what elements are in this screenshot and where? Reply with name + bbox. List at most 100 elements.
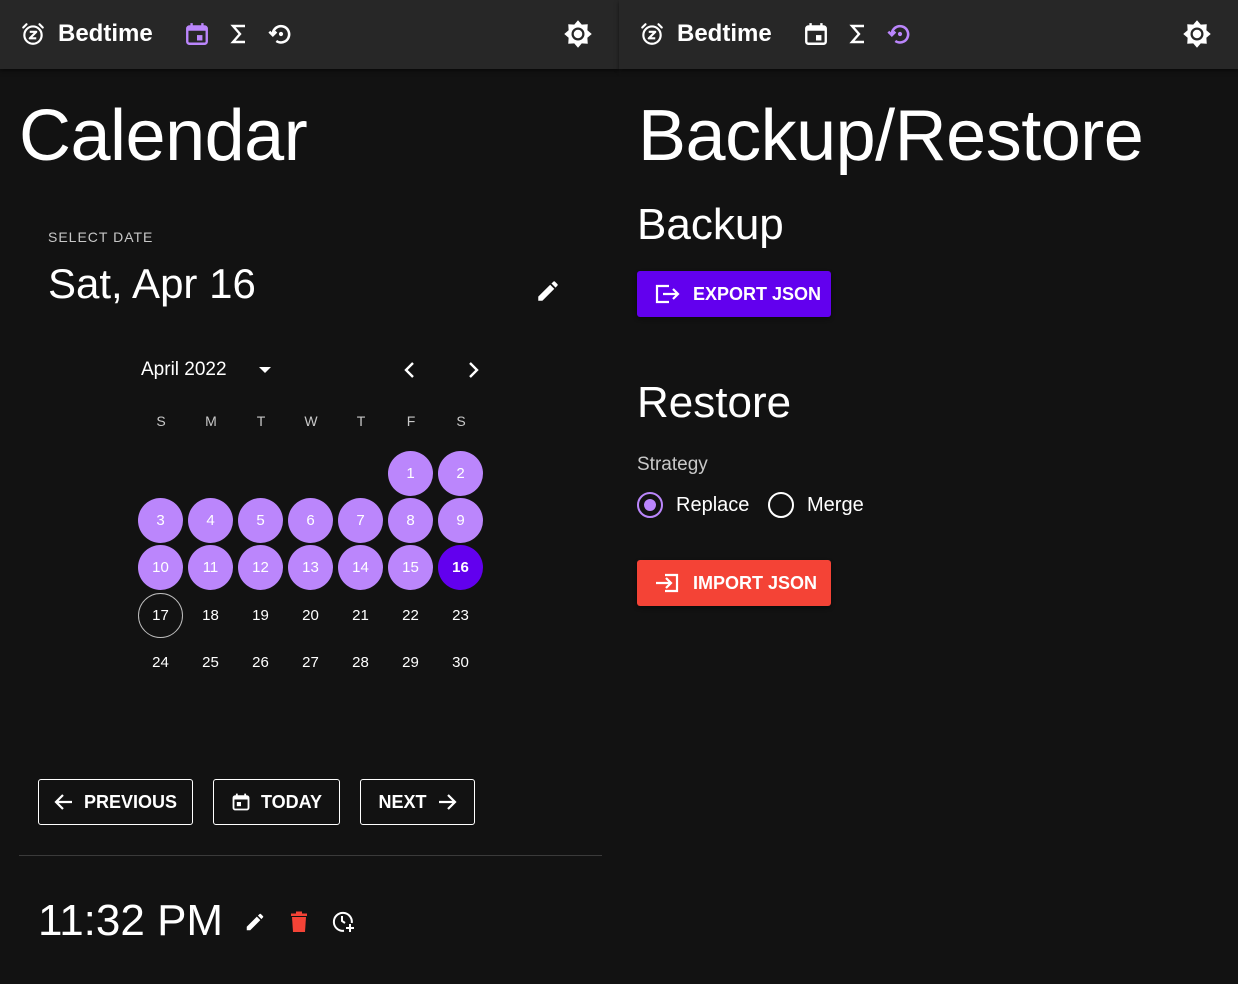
chevron-right-icon [469,362,479,378]
calendar-day[interactable]: 26 [238,640,283,685]
next-month-button[interactable] [461,356,487,384]
import-icon [656,573,679,593]
weekday-label: F [406,413,416,429]
next-button[interactable]: NEXT [360,779,475,825]
app-bar: Bedtime [0,0,619,69]
weekday-label: W [304,413,318,429]
backup-heading: Backup [637,200,784,249]
arrow-left-icon [54,794,72,810]
alarm-z-icon [20,21,46,47]
calendar-day[interactable]: 5 [238,498,283,543]
restore-icon [887,24,910,44]
clock-plus-icon [332,911,354,932]
weekday-label: T [256,413,266,429]
calendar-icon [805,23,827,45]
calendar-day[interactable]: 13 [288,545,333,590]
replace-radio[interactable] [637,492,663,518]
calendar-day[interactable]: 8 [388,498,433,543]
add-time-button[interactable] [329,908,357,936]
strategy-label: Strategy [637,454,708,475]
backup-nav-button[interactable] [266,18,296,50]
alarm-z-icon [639,21,665,47]
next-label: NEXT [378,791,427,812]
restore-icon [268,24,291,44]
previous-label: PREVIOUS [83,791,178,812]
calendar-day[interactable]: 25 [188,640,233,685]
calendar-day[interactable]: 29 [388,640,433,685]
calendar-day[interactable]: 17 [138,593,183,638]
brightness-icon [1183,20,1211,48]
import-label: IMPORT JSON [693,572,818,593]
app-bar: Bedtime [619,0,1238,69]
chevron-left-icon [404,362,414,378]
replace-label[interactable]: Replace [676,493,749,517]
theme-toggle-button[interactable] [562,18,594,50]
stats-nav-button[interactable] [224,18,254,50]
today-button[interactable]: TODAY [213,779,340,825]
calendar-day[interactable]: 1 [388,451,433,496]
divider [19,855,602,856]
picker-overline: SELECT DATE [48,229,154,245]
calendar-day[interactable]: 4 [188,498,233,543]
calendar-day[interactable]: 27 [288,640,333,685]
calendar-day[interactable]: 18 [188,593,233,638]
weekday-label: T [356,413,366,429]
export-json-button[interactable]: EXPORT JSON [637,271,831,317]
import-json-button[interactable]: IMPORT JSON [637,560,831,606]
weekday-label: S [156,413,166,429]
edit-entry-button[interactable] [241,908,269,936]
trash-icon [291,911,307,932]
app-title: Bedtime [677,20,772,47]
entry-time: 11:32 PM [38,896,224,945]
calendar-day[interactable]: 11 [188,545,233,590]
calendar-today-icon [232,793,250,811]
delete-entry-button[interactable] [285,908,313,936]
weekday-label: S [456,413,466,429]
today-label: TODAY [260,791,323,812]
weekday-label: M [205,413,217,429]
brightness-icon [564,20,592,48]
calendar-day[interactable]: 14 [338,545,383,590]
caret-down-icon [259,367,271,373]
month-dropdown-button[interactable] [254,358,276,382]
calendar-day[interactable]: 30 [438,640,483,685]
export-label: EXPORT JSON [693,283,822,304]
calendar-nav-button[interactable] [801,18,831,50]
page-title: Calendar [19,96,308,176]
calendar-nav-button[interactable] [182,18,212,50]
calendar-day[interactable]: 22 [388,593,433,638]
calendar-day[interactable]: 15 [388,545,433,590]
calendar-day[interactable]: 28 [338,640,383,685]
arrow-right-icon [438,794,457,810]
previous-button[interactable]: PREVIOUS [38,779,193,825]
pencil-icon [538,281,558,301]
calendar-day[interactable]: 20 [288,593,333,638]
calendar-pane: Bedtime Calendar SELECT DATE Sat, Apr 16… [0,0,619,984]
calendar-day[interactable]: 6 [288,498,333,543]
calendar-day[interactable]: 23 [438,593,483,638]
backup-restore-pane: Bedtime Backup/Restore Backup EXPORT JSO… [619,0,1238,984]
previous-month-button[interactable] [396,356,422,384]
merge-label[interactable]: Merge [807,493,864,517]
calendar-day[interactable]: 19 [238,593,283,638]
calendar-day[interactable]: 10 [138,545,183,590]
page-title: Backup/Restore [638,96,1144,176]
stats-nav-button[interactable] [843,18,873,50]
edit-date-button[interactable] [533,276,563,306]
restore-heading: Restore [637,378,792,427]
calendar-day[interactable]: 16 [438,545,483,590]
calendar-day[interactable]: 21 [338,593,383,638]
export-icon [655,284,680,304]
calendar-day[interactable]: 2 [438,451,483,496]
theme-toggle-button[interactable] [1181,18,1213,50]
calendar-day[interactable]: 7 [338,498,383,543]
backup-nav-button[interactable] [885,18,915,50]
calendar-icon [186,23,208,45]
merge-radio[interactable] [768,492,794,518]
sigma-icon [230,24,245,44]
calendar-day[interactable]: 9 [438,498,483,543]
calendar-day[interactable]: 24 [138,640,183,685]
app-title: Bedtime [58,20,153,47]
calendar-day[interactable]: 3 [138,498,183,543]
calendar-day[interactable]: 12 [238,545,283,590]
